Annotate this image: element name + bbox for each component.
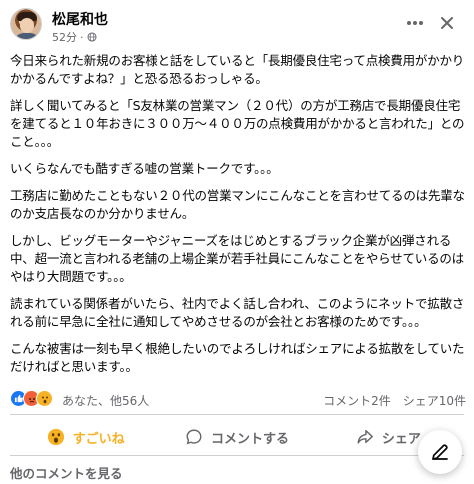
engagement-counts: コメント2件 シェア10件 [323, 392, 466, 409]
post-body: 今日来られた新規のお客様と話をしていると「長期優良住宅って点検費用がかかりかかる… [10, 52, 466, 385]
reactions-bar: あなた、他56人 コメント2件 シェア10件 [10, 389, 466, 409]
compose-button[interactable] [418, 430, 462, 474]
post-paragraph: 読まれている関係者がいたら、社内でよく話し合われ、このようにネットで拡散される前… [10, 296, 465, 329]
close-icon[interactable] [436, 12, 458, 34]
post-paragraph: 今日来られた新規のお客様と話をしていると「長期優良住宅って点検費用がかかりかかる… [10, 53, 465, 86]
action-bar: すごいね コメントする シェア [10, 420, 464, 454]
divider [10, 455, 464, 456]
post-meta: 52分 · [52, 29, 97, 45]
globe-icon [86, 32, 97, 42]
author-name[interactable]: 松尾和也 [52, 9, 108, 29]
post-paragraph: いくらなんでも酷すぎる嘘の営業トークです。。。 [10, 161, 279, 176]
edit-icon [432, 444, 448, 460]
avatar[interactable] [10, 8, 42, 40]
comment-icon [186, 429, 202, 445]
comment-button[interactable]: コメントする [161, 420, 312, 454]
more-options-icon[interactable] [404, 12, 426, 34]
post-time[interactable]: 52分 [52, 29, 77, 45]
reaction-summary[interactable]: あなた、他56人 [62, 392, 149, 409]
wow-icon [47, 428, 64, 446]
post-paragraph: 詳しく聞いてみると「S友林業の営業マン（２０代）の方が工務店で長期優良住宅を建て… [10, 98, 465, 149]
separator-dot: · [80, 30, 84, 44]
post-paragraph: しかし、ビッグモーターやジャニーズをはじめとするブラック企業が凶弾される中、超一… [10, 233, 464, 284]
comment-count[interactable]: コメント2件 [323, 392, 391, 409]
share-label: シェア [381, 431, 421, 447]
post-paragraph: 工務店に勤めたこともない２０代の営業マンにこんなことを言わせてるのは先輩なのか支… [10, 188, 465, 221]
react-label: すごいね [72, 431, 125, 447]
post-paragraph: こんな被害は一刻も早く根絶したいのでよろしければシェアによる拡散をしていただけれ… [10, 341, 465, 374]
wow-icon [36, 390, 53, 407]
post-header: 松尾和也 52分 · [0, 0, 474, 44]
share-count[interactable]: シェア10件 [403, 392, 466, 409]
share-icon [357, 429, 373, 444]
react-button[interactable]: すごいね [10, 420, 161, 454]
divider [10, 414, 464, 415]
reaction-icons[interactable] [10, 390, 53, 407]
comment-label: コメントする [210, 431, 289, 447]
see-more-comments-link[interactable]: 他のコメントを見る [10, 463, 123, 482]
